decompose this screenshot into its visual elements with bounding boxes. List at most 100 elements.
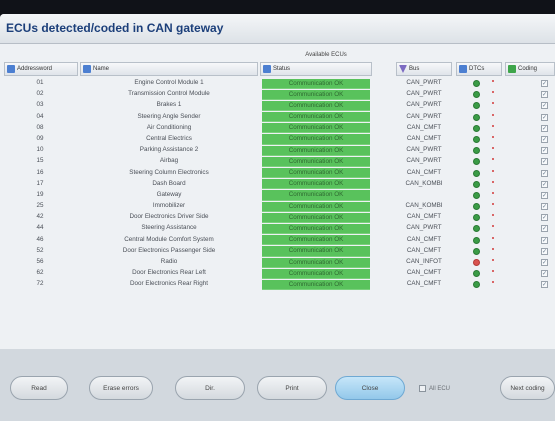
row-name: Parking Assistance 2 [139, 146, 199, 154]
table-row[interactable]: 44 Steering Assistance Communication OK CAN… [0, 223, 555, 235]
status-icon [263, 65, 271, 73]
marker-icon [492, 102, 494, 105]
coding-checkbox[interactable]: ✓ [541, 191, 548, 199]
read-button[interactable]: Read [10, 376, 68, 400]
coding-checkbox[interactable]: ✓ [541, 270, 548, 278]
coding-checkbox[interactable]: ✓ [541, 247, 548, 255]
table-row[interactable]: 03 Brakes 1 Communication OK CAN_PWRT ✓ [0, 100, 555, 112]
column-header-name-label: Name [93, 66, 110, 72]
row-address: 62 [36, 269, 44, 277]
coding-checkbox[interactable]: ✓ [541, 135, 548, 143]
coding-checkbox[interactable]: ✓ [541, 102, 548, 110]
row-bus: CAN_PWRT [406, 90, 442, 98]
row-name: Steering Angle Sender [137, 112, 201, 120]
column-header-address-label: Addressword [17, 66, 53, 72]
row-name: Engine Control Module 1 [134, 79, 204, 86]
table-row[interactable]: 02 Transmission Control Module Communicati… [0, 89, 555, 100]
row-name: Dash Board [152, 179, 186, 187]
coding-checkbox[interactable]: ✓ [541, 113, 548, 121]
row-bus: CAN_INFOT [406, 258, 442, 265]
table-row[interactable]: 10 Parking Assistance 2 Communication OK CA… [0, 145, 555, 156]
table-row[interactable]: 04 Steering Angle Sender Communication OK C… [0, 112, 555, 123]
coding-checkbox[interactable]: ✓ [541, 236, 548, 244]
table-row[interactable]: 08 Air Conditioning Communication OK CAN_CM… [0, 123, 555, 134]
dtc-ok-icon [473, 147, 480, 155]
row-name: Steering Assistance [141, 224, 197, 232]
all-ecu-checkbox[interactable] [419, 385, 426, 392]
next-coding-button[interactable]: Next coding [500, 376, 555, 400]
coding-checkbox[interactable]: ✓ [541, 124, 548, 132]
coding-checkbox[interactable]: ✓ [541, 281, 548, 289]
dtc-ok-icon [473, 236, 480, 244]
coding-checkbox[interactable]: ✓ [541, 91, 548, 99]
coding-checkbox[interactable]: ✓ [541, 147, 548, 155]
table-row[interactable]: 72 Door Electronics Rear Right Communicati… [0, 279, 555, 291]
row-name: Central Electrics [146, 134, 192, 142]
section-label: Available ECUs [305, 52, 347, 58]
row-bus: CAN_CMFT [406, 134, 442, 142]
row-status: Communication OK [262, 89, 370, 100]
dtc-ok-icon [473, 169, 480, 177]
marker-icon [492, 113, 494, 116]
print-button[interactable]: Print [257, 376, 327, 400]
marker-icon [492, 225, 494, 228]
table-row[interactable]: 16 Steering Column Electronics Communicati… [0, 168, 555, 179]
column-header-address[interactable]: Addressword [4, 62, 78, 76]
dtc-ok-icon [473, 80, 480, 87]
row-status: Communication OK [262, 235, 370, 246]
table-row[interactable]: 46 Central Module Comfort System Communica… [0, 235, 555, 246]
table-row[interactable]: 19 Gateway Communication OK ✓ [0, 190, 555, 201]
close-button[interactable]: Close [335, 376, 405, 400]
table-row[interactable]: 09 Central Electrics Communication OK CAN_C… [0, 134, 555, 145]
table-row[interactable]: 01 Engine Control Module 1 Communication O… [0, 78, 555, 89]
row-bus: CAN_CMFT [406, 246, 442, 254]
all-ecu-toggle[interactable]: All ECU [419, 385, 450, 392]
coding-checkbox[interactable]: ✓ [541, 225, 548, 233]
column-header-dtcs[interactable]: DTCs [456, 62, 502, 76]
row-address: 08 [36, 123, 44, 131]
row-name: Immobilizer [152, 202, 186, 210]
dtc-ok-icon [473, 214, 480, 222]
erase-errors-button[interactable]: Erase errors [89, 376, 153, 400]
row-address: 15 [36, 157, 44, 165]
coding-checkbox[interactable]: ✓ [541, 169, 548, 177]
table-row[interactable]: 15 Airbag Communication OK CAN_PWRT ✓ [0, 156, 555, 167]
coding-checkbox[interactable]: ✓ [541, 80, 548, 87]
coding-checkbox[interactable]: ✓ [541, 180, 548, 188]
row-status: Communication OK [262, 168, 370, 179]
table-row[interactable]: 17 Dash Board Communication OK CAN_KOMBI ✓ [0, 179, 555, 190]
row-bus: CAN_CMFT [406, 213, 442, 221]
table-row[interactable]: 56 Radio Communication OK CAN_INFOT ✓ [0, 257, 555, 268]
row-name: Air Conditioning [146, 123, 192, 131]
dtc-ok-icon [473, 180, 480, 188]
coding-checkbox[interactable]: ✓ [541, 259, 548, 266]
dtc-ok-icon [473, 281, 480, 289]
column-header-name[interactable]: Name [80, 62, 258, 76]
table-row[interactable]: 25 Immobilizer Communication OK CAN_KOMBI ✓ [0, 201, 555, 212]
column-header-coding[interactable]: Coding [505, 62, 555, 76]
dtc-ok-icon [473, 158, 480, 166]
table-row[interactable]: 62 Door Electronics Rear Left Communicatio… [0, 268, 555, 279]
coding-checkbox[interactable]: ✓ [541, 214, 548, 222]
coding-checkbox[interactable]: ✓ [541, 158, 548, 166]
row-status: Communication OK [262, 268, 370, 279]
coding-checkbox[interactable]: ✓ [541, 203, 548, 211]
dir-button[interactable]: Dir. [175, 376, 245, 400]
row-name: Door Electronics Rear Right [129, 280, 209, 288]
table-row[interactable]: 52 Door Electronics Passenger Side Communi… [0, 246, 555, 257]
row-status: Communication OK [262, 78, 370, 89]
marker-icon [492, 259, 494, 261]
marker-icon [492, 158, 494, 161]
row-name: Door Electronics Passenger Side [122, 246, 216, 254]
row-address: 25 [36, 202, 44, 210]
dtc-ok-icon [473, 203, 480, 211]
column-header-bus[interactable]: Bus [396, 62, 452, 76]
marker-icon [492, 169, 494, 172]
row-address: 16 [36, 168, 44, 176]
dtc-error-icon [473, 259, 480, 266]
dtc-ok-icon [473, 191, 480, 199]
dtc-ok-icon [473, 225, 480, 233]
row-name: Door Electronics Driver Side [129, 213, 209, 221]
column-header-status[interactable]: Status [260, 62, 372, 76]
table-row[interactable]: 42 Door Electronics Driver Side Communicat… [0, 212, 555, 223]
